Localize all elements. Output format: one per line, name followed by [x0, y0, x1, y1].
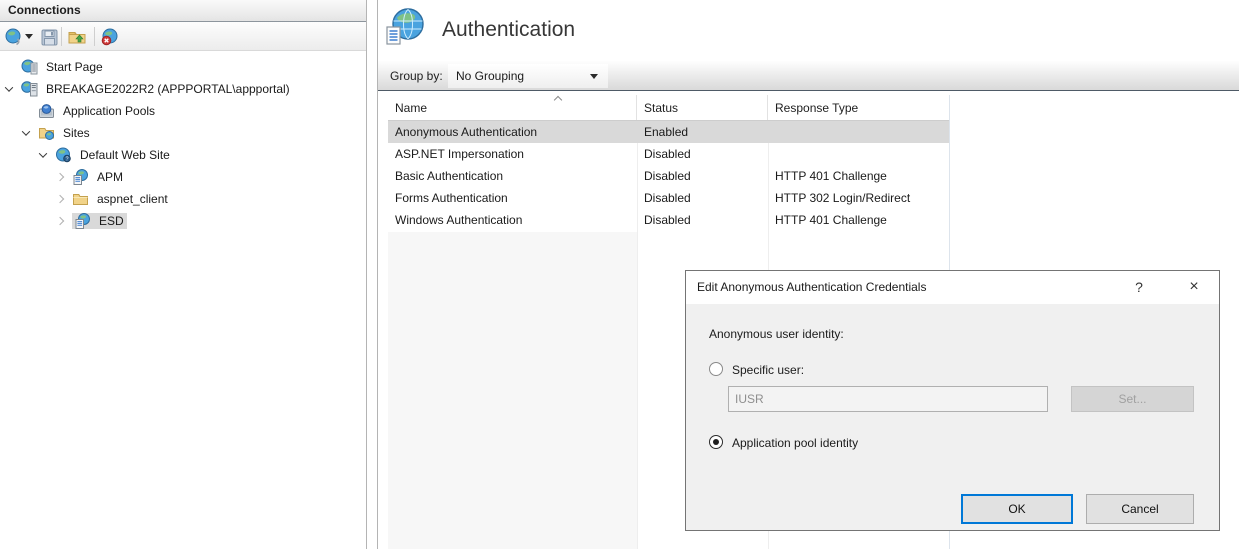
cell-status: Disabled — [637, 187, 768, 209]
expander-collapsed-icon[interactable] — [56, 173, 64, 181]
tree-item-sites[interactable]: Sites — [0, 122, 366, 144]
selected-tree-item-highlight: ESD — [72, 213, 127, 229]
toolbar-separator — [61, 27, 62, 46]
authentication-globe-document-icon — [384, 6, 428, 50]
cell-name: ASP.NET Impersonation — [388, 143, 637, 165]
application-pool-identity-radio[interactable] — [709, 435, 723, 449]
cell-status: Enabled — [637, 121, 768, 143]
save-connections-button[interactable] — [38, 26, 60, 48]
list-empty-area — [388, 232, 637, 549]
expander-collapsed-icon[interactable] — [56, 195, 64, 203]
expander-expanded-icon[interactable] — [22, 127, 30, 135]
edit-anonymous-credentials-dialog: Edit Anonymous Authentication Credential… — [685, 270, 1220, 531]
tree-item-server[interactable]: BREAKAGE2022R2 (APPPORTAL\appportal) — [0, 78, 366, 100]
sites-folder-icon — [38, 125, 55, 141]
cell-name: Anonymous Authentication — [388, 121, 637, 143]
tree-item-label: BREAKAGE2022R2 (APPPORTAL\appportal) — [43, 81, 293, 97]
tree-item-label: ESD — [96, 213, 127, 229]
cancel-button[interactable]: Cancel — [1086, 494, 1194, 524]
tree-item-label: Default Web Site — [77, 147, 173, 163]
list-header: Name Status Response Type — [388, 95, 949, 121]
floppy-disk-icon — [41, 29, 58, 46]
group-by-value: No Grouping — [456, 69, 524, 83]
globe-connect-icon — [4, 28, 23, 47]
list-row-windows-authentication[interactable]: Windows Authentication Disabled HTTP 401… — [388, 209, 949, 231]
cell-response: HTTP 302 Login/Redirect — [768, 187, 949, 209]
tree-item-apm[interactable]: APM — [0, 166, 366, 188]
cell-response: HTTP 401 Challenge — [768, 209, 949, 231]
cell-status: Disabled — [637, 165, 768, 187]
cell-response — [768, 121, 949, 143]
specific-user-label: Specific user: — [732, 363, 804, 377]
cell-name: Forms Authentication — [388, 187, 637, 209]
expander-collapsed-icon[interactable] — [56, 217, 64, 225]
folder-icon — [72, 191, 89, 207]
cell-response: HTTP 401 Challenge — [768, 165, 949, 187]
connect-to-server-button[interactable] — [2, 26, 24, 48]
tree-item-default-web-site[interactable]: ? Default Web Site — [0, 144, 366, 166]
cell-status: Disabled — [637, 143, 768, 165]
help-icon[interactable]: ? — [1124, 271, 1154, 304]
ok-button[interactable]: OK — [961, 494, 1073, 524]
column-header-status[interactable]: Status — [637, 95, 768, 120]
cell-name: Windows Authentication — [388, 209, 637, 231]
tree-item-label: APM — [94, 169, 126, 185]
list-row-anonymous-authentication[interactable]: Anonymous Authentication Enabled — [388, 121, 949, 143]
dialog-title: Edit Anonymous Authentication Credential… — [697, 280, 926, 294]
list-row-forms-authentication[interactable]: Forms Authentication Disabled HTTP 302 L… — [388, 187, 949, 209]
anonymous-user-identity-label: Anonymous user identity: — [709, 327, 844, 341]
list-row-aspnet-impersonation[interactable]: ASP.NET Impersonation Disabled — [388, 143, 949, 165]
username-field[interactable]: IUSR — [728, 386, 1048, 412]
page-title: Authentication — [442, 18, 575, 42]
tree-item-label: Sites — [60, 125, 93, 141]
toolbar-separator — [94, 27, 95, 46]
column-header-response-type[interactable]: Response Type — [768, 95, 949, 120]
connections-panel-title: Connections — [0, 0, 366, 22]
tree-item-start-page[interactable]: Start Page — [0, 56, 366, 78]
tree-item-label: aspnet_client — [94, 191, 171, 207]
expander-expanded-icon[interactable] — [5, 83, 13, 91]
group-by-label: Group by: — [390, 69, 443, 83]
cell-name: Basic Authentication — [388, 165, 637, 187]
tree-item-label: Application Pools — [60, 103, 158, 119]
chevron-down-icon — [590, 74, 598, 79]
tree-item-application-pools[interactable]: Application Pools — [0, 100, 366, 122]
expander-expanded-icon[interactable] — [39, 149, 47, 157]
start-page-icon — [21, 59, 38, 75]
server-icon — [21, 81, 38, 97]
close-icon[interactable]: × — [1174, 271, 1214, 304]
set-button: Set... — [1071, 386, 1194, 412]
disconnect-server-button[interactable] — [99, 26, 121, 48]
list-row-basic-authentication[interactable]: Basic Authentication Disabled HTTP 401 C… — [388, 165, 949, 187]
specific-user-radio[interactable] — [709, 362, 723, 376]
group-by-toolbar: Group by: No Grouping — [378, 61, 1239, 91]
tree-item-aspnet-client[interactable]: aspnet_client — [0, 188, 366, 210]
import-connection-button[interactable] — [66, 26, 88, 48]
application-pool-identity-label: Application pool identity — [732, 436, 858, 450]
web-application-icon — [74, 213, 91, 229]
tree-item-esd[interactable]: ESD — [0, 210, 366, 232]
connections-panel: Connections — [0, 0, 367, 549]
tree-item-label: Start Page — [43, 59, 106, 75]
cell-response — [768, 143, 949, 165]
connections-tree: Start Page BREAKAGE2022R2 (APPPORTAL\app… — [0, 56, 366, 232]
connect-dropdown-caret[interactable] — [25, 34, 33, 39]
group-by-dropdown[interactable]: No Grouping — [448, 64, 608, 88]
globe-red-x-icon — [100, 28, 120, 47]
cell-status: Disabled — [637, 209, 768, 231]
web-application-icon — [72, 169, 89, 185]
column-header-name[interactable]: Name — [388, 95, 637, 120]
page-header: Authentication — [384, 6, 575, 50]
application-pools-icon — [38, 103, 55, 119]
connections-toolbar — [0, 22, 366, 51]
dialog-title-bar[interactable]: Edit Anonymous Authentication Credential… — [686, 271, 1219, 304]
authentication-list: Name Status Response Type Anonymous Auth… — [388, 95, 949, 231]
website-globe-icon: ? — [55, 147, 72, 163]
folder-up-arrow-icon — [67, 28, 87, 46]
svg-text:?: ? — [65, 157, 68, 163]
